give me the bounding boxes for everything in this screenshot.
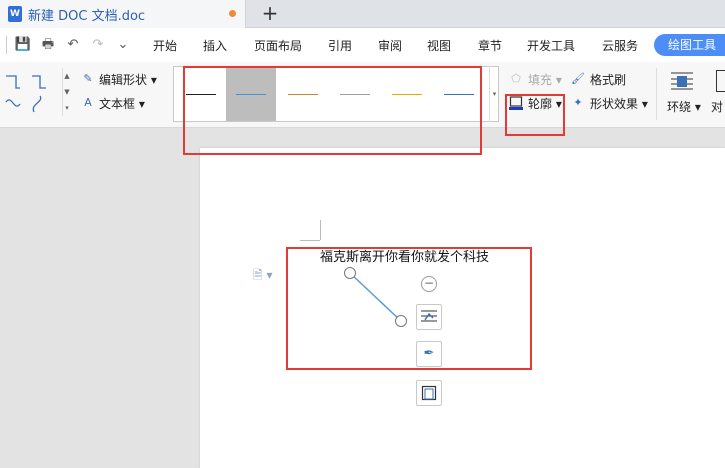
document-tab[interactable]: W 新建 DOC 文档.doc xyxy=(0,0,246,28)
fill-bucket-icon: ⬠ xyxy=(511,72,521,85)
margin-corner-mark xyxy=(300,240,320,241)
shape-outline-button[interactable] xyxy=(416,380,442,406)
fill-button[interactable]: 填充 ▾ xyxy=(528,71,562,88)
highlight-line-shape xyxy=(286,247,532,370)
wrap-text-icon xyxy=(671,72,693,90)
textbox-button[interactable]: 文本框 ▾ xyxy=(99,95,145,112)
menu-review[interactable]: 审阅 xyxy=(378,37,402,54)
edit-shape-icon: ✎ xyxy=(83,72,93,85)
redo-icon[interactable]: ↷ xyxy=(89,36,107,54)
format-painter-button[interactable]: 格式刷 xyxy=(590,71,626,88)
edit-shape-button[interactable]: 编辑形状 ▾ xyxy=(99,71,157,88)
undo-icon[interactable]: ↶ xyxy=(64,36,82,54)
shape-effect-button[interactable]: 形状效果 ▾ xyxy=(590,95,648,112)
document-title: 新建 DOC 文档.doc xyxy=(28,9,146,24)
align-button[interactable]: 对 xyxy=(711,98,723,115)
highlight-line-styles xyxy=(183,66,482,155)
unsaved-indicator xyxy=(229,10,236,17)
highlight-outline-button xyxy=(505,94,565,136)
title-tab-bar: W 新建 DOC 文档.doc + xyxy=(0,0,725,28)
menu-page-layout[interactable]: 页面布局 xyxy=(254,37,302,54)
menu-home[interactable]: 开始 xyxy=(153,37,177,54)
gallery-expand-chevron-icon[interactable]: ▾ xyxy=(489,66,499,122)
writer-doc-icon: W xyxy=(8,6,22,22)
connector-shapes-icon[interactable] xyxy=(4,68,64,120)
shape-effect-icon: ✦ xyxy=(573,96,583,109)
align-icon xyxy=(716,70,725,92)
save-icon[interactable]: 💾 xyxy=(14,36,32,54)
menu-references[interactable]: 引用 xyxy=(328,37,352,54)
wrap-button[interactable]: 环绕 ▾ xyxy=(667,98,701,115)
menu-view[interactable]: 视图 xyxy=(427,37,451,54)
connector-scroll[interactable]: ▲ ▼ ▾ xyxy=(62,68,71,116)
outline-icon xyxy=(421,385,437,401)
menu-section[interactable]: 章节 xyxy=(478,37,502,54)
print-icon[interactable]: 🖶 xyxy=(39,36,57,54)
format-painter-icon: 🖌 xyxy=(571,72,585,85)
menu-cloud[interactable]: 云服务 xyxy=(602,37,638,54)
menu-developer[interactable]: 开发工具 xyxy=(527,37,575,54)
customize-chevron-icon[interactable]: ⌄ xyxy=(114,36,132,54)
paragraph-layout-icon[interactable]: 🗎 ▾ xyxy=(253,266,273,287)
menu-insert[interactable]: 插入 xyxy=(203,37,227,54)
menu-bar: 💾 🖶 ↶ ↷ ⌄ 开始 插入 页面布局 引用 审阅 视图 章节 开发工具 云服… xyxy=(0,28,725,62)
tab-drawing-tools[interactable]: 绘图工具 xyxy=(654,34,725,56)
ribbon-divider xyxy=(656,68,657,120)
textbox-icon: A xyxy=(84,96,92,109)
new-tab-plus-icon[interactable]: + xyxy=(258,1,282,25)
margin-corner-mark xyxy=(320,220,321,240)
menu-divider xyxy=(6,36,7,54)
